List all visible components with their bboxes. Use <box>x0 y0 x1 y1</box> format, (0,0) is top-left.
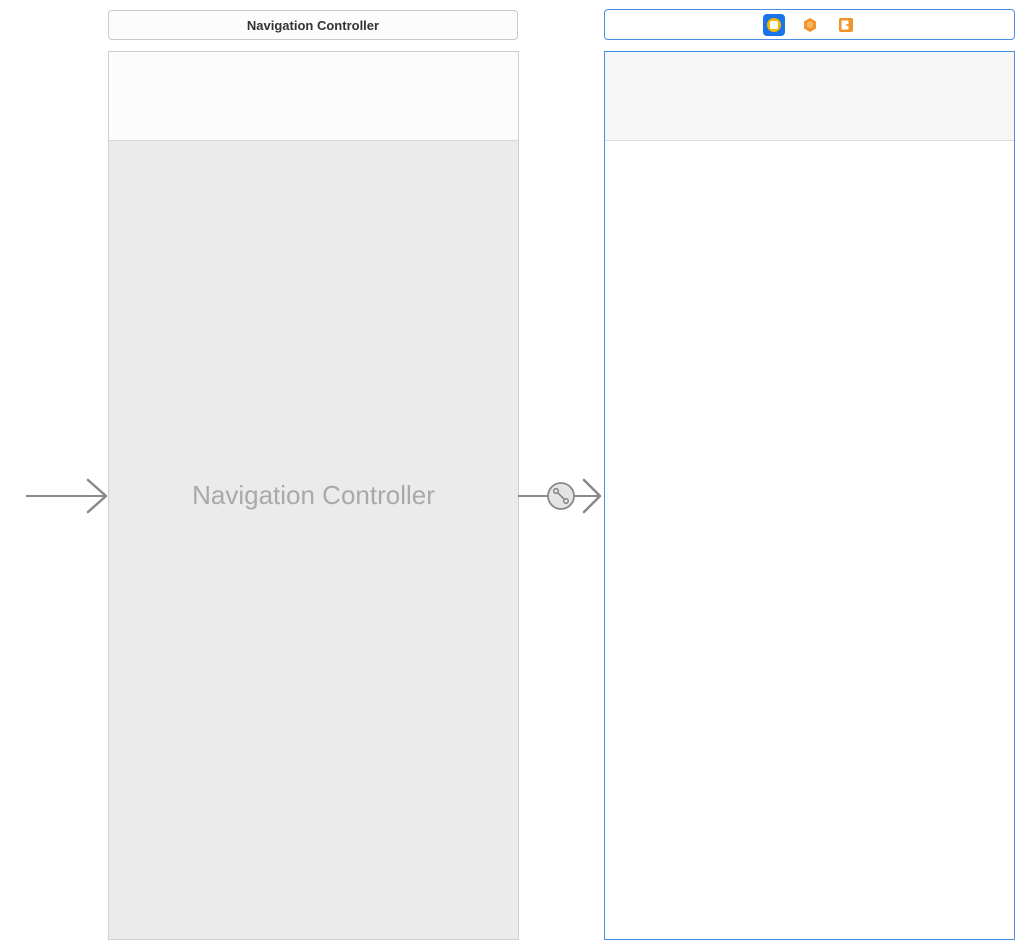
navigation-controller-placeholder-label: Navigation Controller <box>192 480 435 510</box>
storyboard-canvas[interactable]: Navigation Controller Navigation Control… <box>0 0 1024 949</box>
exit-icon[interactable] <box>835 14 857 36</box>
navigation-controller-title-bar[interactable]: Navigation Controller <box>108 10 518 40</box>
navigation-bar[interactable] <box>109 52 518 141</box>
navigation-controller-scene[interactable]: Navigation Controller <box>108 51 519 940</box>
view-controller-icon[interactable] <box>762 13 785 36</box>
navigation-controller-title: Navigation Controller <box>246 17 380 33</box>
root-view-controller-segue[interactable] <box>518 476 606 516</box>
view-controller-navigation-bar[interactable] <box>605 52 1014 141</box>
first-responder-icon[interactable] <box>799 14 821 36</box>
storyboard-entry-point-arrow-icon[interactable] <box>26 478 110 514</box>
view-controller-content-view[interactable] <box>605 141 1014 939</box>
view-controller-scene[interactable] <box>604 51 1015 940</box>
view-controller-dock[interactable] <box>604 9 1015 40</box>
